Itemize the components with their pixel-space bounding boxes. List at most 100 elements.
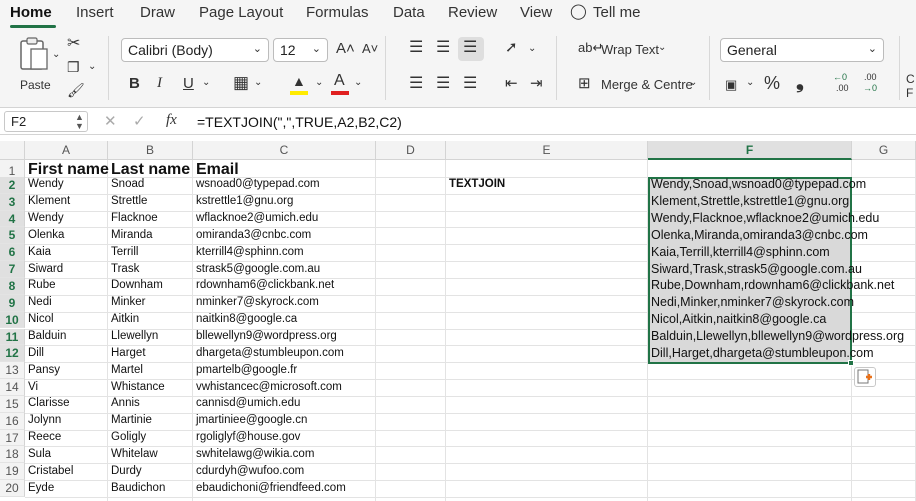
- row-header[interactable]: 19: [0, 463, 25, 481]
- cell-f-row-2[interactable]: Wendy,Snoad,wsnoad0@typepad.com: [648, 177, 866, 191]
- column-header-c[interactable]: C: [193, 141, 376, 160]
- cell-c-row-5[interactable]: omiranda3@cnbc.com: [193, 229, 311, 241]
- borders-icon[interactable]: ▦: [233, 74, 249, 91]
- cell-f-row-7[interactable]: Siward,Trask,strask5@google.com.au: [648, 262, 862, 276]
- cell-a-row-17[interactable]: Reece: [25, 431, 61, 443]
- email-header[interactable]: Email: [193, 161, 239, 179]
- row-header[interactable]: 10: [0, 311, 25, 329]
- column-header-g[interactable]: G: [852, 141, 916, 160]
- orientation-chevron-down-icon[interactable]: ⌄: [528, 44, 536, 54]
- increase-indent-icon[interactable]: ⇥: [530, 76, 543, 91]
- enter-checkmark-icon[interactable]: ✓: [133, 114, 146, 129]
- cell-b-row-16[interactable]: Martinie: [108, 414, 152, 426]
- currency-chevron-down-icon[interactable]: ⌄: [746, 78, 754, 88]
- cell-b-row-13[interactable]: Martel: [108, 364, 143, 376]
- cell-f-row-3[interactable]: Klement,Strettle,kstrettle1@gnu.org: [648, 194, 849, 208]
- cell-b-row-20[interactable]: Baudichon: [108, 482, 165, 494]
- cell-c-row-9[interactable]: nminker7@skyrock.com: [193, 296, 319, 308]
- font-name-dropdown[interactable]: Calibri (Body) ⌄: [121, 38, 269, 62]
- font-size-dropdown[interactable]: 12 ⌄: [273, 38, 328, 62]
- cell-c-row-15[interactable]: cannisd@umich.edu: [193, 397, 300, 409]
- number-format-dropdown[interactable]: General ⌄: [720, 38, 884, 62]
- chevron-down-icon[interactable]: ⌄: [52, 50, 60, 60]
- fill-chevron-down-icon[interactable]: ⌄: [315, 78, 323, 88]
- format-label-fragment[interactable]: F: [906, 86, 913, 100]
- align-center-icon[interactable]: ☰: [436, 76, 450, 92]
- tab-data[interactable]: Data: [393, 4, 425, 21]
- cell-e-row-2[interactable]: TEXTJOIN: [446, 178, 505, 190]
- cell-a-row-9[interactable]: Nedi: [25, 296, 52, 308]
- cell-b-row-5[interactable]: Miranda: [108, 229, 153, 241]
- cell-a-row-11[interactable]: Balduin: [25, 330, 66, 342]
- tab-page-layout[interactable]: Page Layout: [199, 4, 283, 21]
- name-box[interactable]: F2 ▲ ▼: [4, 111, 88, 132]
- cell-b-row-17[interactable]: Goligly: [108, 431, 146, 443]
- percent-button[interactable]: %: [764, 74, 780, 92]
- cell-f-row-4[interactable]: Wendy,Flacknoe,wflacknoe2@umich.edu: [648, 211, 879, 225]
- row-header[interactable]: 12: [0, 345, 25, 363]
- tab-view[interactable]: View: [520, 4, 552, 21]
- cell-b-row-6[interactable]: Terrill: [108, 246, 138, 258]
- cell-b-row-7[interactable]: Trask: [108, 263, 139, 275]
- cell-f-row-6[interactable]: Kaia,Terrill,kterrill4@sphinn.com: [648, 245, 830, 259]
- cell-c-row-19[interactable]: cdurdyh@wufoo.com: [193, 465, 304, 477]
- cell-c-row-4[interactable]: wflacknoe2@umich.edu: [193, 212, 318, 224]
- cell-a-row-19[interactable]: Cristabel: [25, 465, 73, 477]
- row-header[interactable]: 9: [0, 294, 25, 312]
- format-painter-icon[interactable]: 🖌: [67, 83, 85, 97]
- cell-a-row-13[interactable]: Pansy: [25, 364, 60, 376]
- select-all-corner[interactable]: [0, 141, 25, 160]
- row-header[interactable]: 11: [0, 328, 25, 346]
- comma-style-button[interactable]: ❟: [796, 72, 804, 92]
- cell-b-row-10[interactable]: Aitkin: [108, 313, 139, 325]
- cell-a-row-6[interactable]: Kaia: [25, 246, 51, 258]
- grow-font-icon[interactable]: A˄: [336, 41, 355, 56]
- row-header[interactable]: 13: [0, 362, 25, 380]
- row-header[interactable]: 15: [0, 395, 25, 413]
- cell-c-row-16[interactable]: jmartiniee@google.cn: [193, 414, 307, 426]
- cell-a-row-5[interactable]: Olenka: [25, 229, 64, 241]
- align-top-icon[interactable]: ☰: [409, 40, 423, 56]
- decrease-decimal-button[interactable]: .00 →0: [863, 72, 885, 98]
- cell-b-row-15[interactable]: Annis: [108, 397, 140, 409]
- cell-a-row-8[interactable]: Rube: [25, 279, 56, 291]
- column-header-b[interactable]: B: [108, 141, 193, 160]
- align-bottom-button[interactable]: ☰: [458, 37, 484, 61]
- cell-b-row-18[interactable]: Whitelaw: [108, 448, 158, 460]
- align-left-icon[interactable]: ☰: [409, 76, 423, 92]
- column-header-e[interactable]: E: [446, 141, 648, 160]
- cell-c-row-20[interactable]: ebaudichoni@friendfeed.com: [193, 482, 346, 494]
- fill-color-button[interactable]: ▲: [290, 72, 312, 96]
- paste-button[interactable]: Paste: [14, 34, 58, 94]
- cell-a-row-15[interactable]: Clarisse: [25, 397, 70, 409]
- cell-f-row-12[interactable]: Dill,Harget,dhargeta@stumbleupon.com: [648, 346, 874, 360]
- cell-a-row-12[interactable]: Dill: [25, 347, 44, 359]
- tab-insert[interactable]: Insert: [76, 4, 114, 21]
- cell-b-row-12[interactable]: Harget: [108, 347, 146, 359]
- cell-a-row-18[interactable]: Sula: [25, 448, 51, 460]
- orientation-icon[interactable]: ➚: [505, 40, 518, 55]
- cell-c-row-14[interactable]: vwhistancec@microsoft.com: [193, 381, 342, 393]
- column-header-a[interactable]: A: [25, 141, 108, 160]
- cell-f-row-10[interactable]: Nicol,Aitkin,naitkin8@google.ca: [648, 312, 826, 326]
- cell-f-row-9[interactable]: Nedi,Minker,nminker7@skyrock.com: [648, 295, 854, 309]
- cell-c-row-12[interactable]: dhargeta@stumbleupon.com: [193, 347, 344, 359]
- row-header[interactable]: 18: [0, 446, 25, 464]
- cell-b-row-14[interactable]: Whistance: [108, 381, 165, 393]
- row-header[interactable]: 16: [0, 412, 25, 430]
- tab-review[interactable]: Review: [448, 4, 497, 21]
- tab-draw[interactable]: Draw: [140, 4, 175, 21]
- row-header[interactable]: 3: [0, 193, 25, 211]
- cell-b-row-9[interactable]: Minker: [108, 296, 146, 308]
- cell-b-row-2[interactable]: Snoad: [108, 178, 144, 190]
- cell-a-row-14[interactable]: Vi: [25, 381, 38, 393]
- cell-c-row-3[interactable]: kstrettle1@gnu.org: [193, 195, 293, 207]
- row-header[interactable]: 14: [0, 379, 25, 396]
- fill-handle[interactable]: [848, 360, 854, 367]
- tab-home[interactable]: Home: [10, 4, 52, 21]
- cell-c-row-17[interactable]: rgoliglyf@house.gov: [193, 431, 300, 443]
- column-header-f[interactable]: F: [648, 141, 852, 160]
- increase-decimal-button[interactable]: ←0 .00: [833, 72, 855, 98]
- cell-b-row-3[interactable]: Strettle: [108, 195, 147, 207]
- cell-f-row-8[interactable]: Rube,Downham,rdownham6@clickbank.net: [648, 278, 894, 292]
